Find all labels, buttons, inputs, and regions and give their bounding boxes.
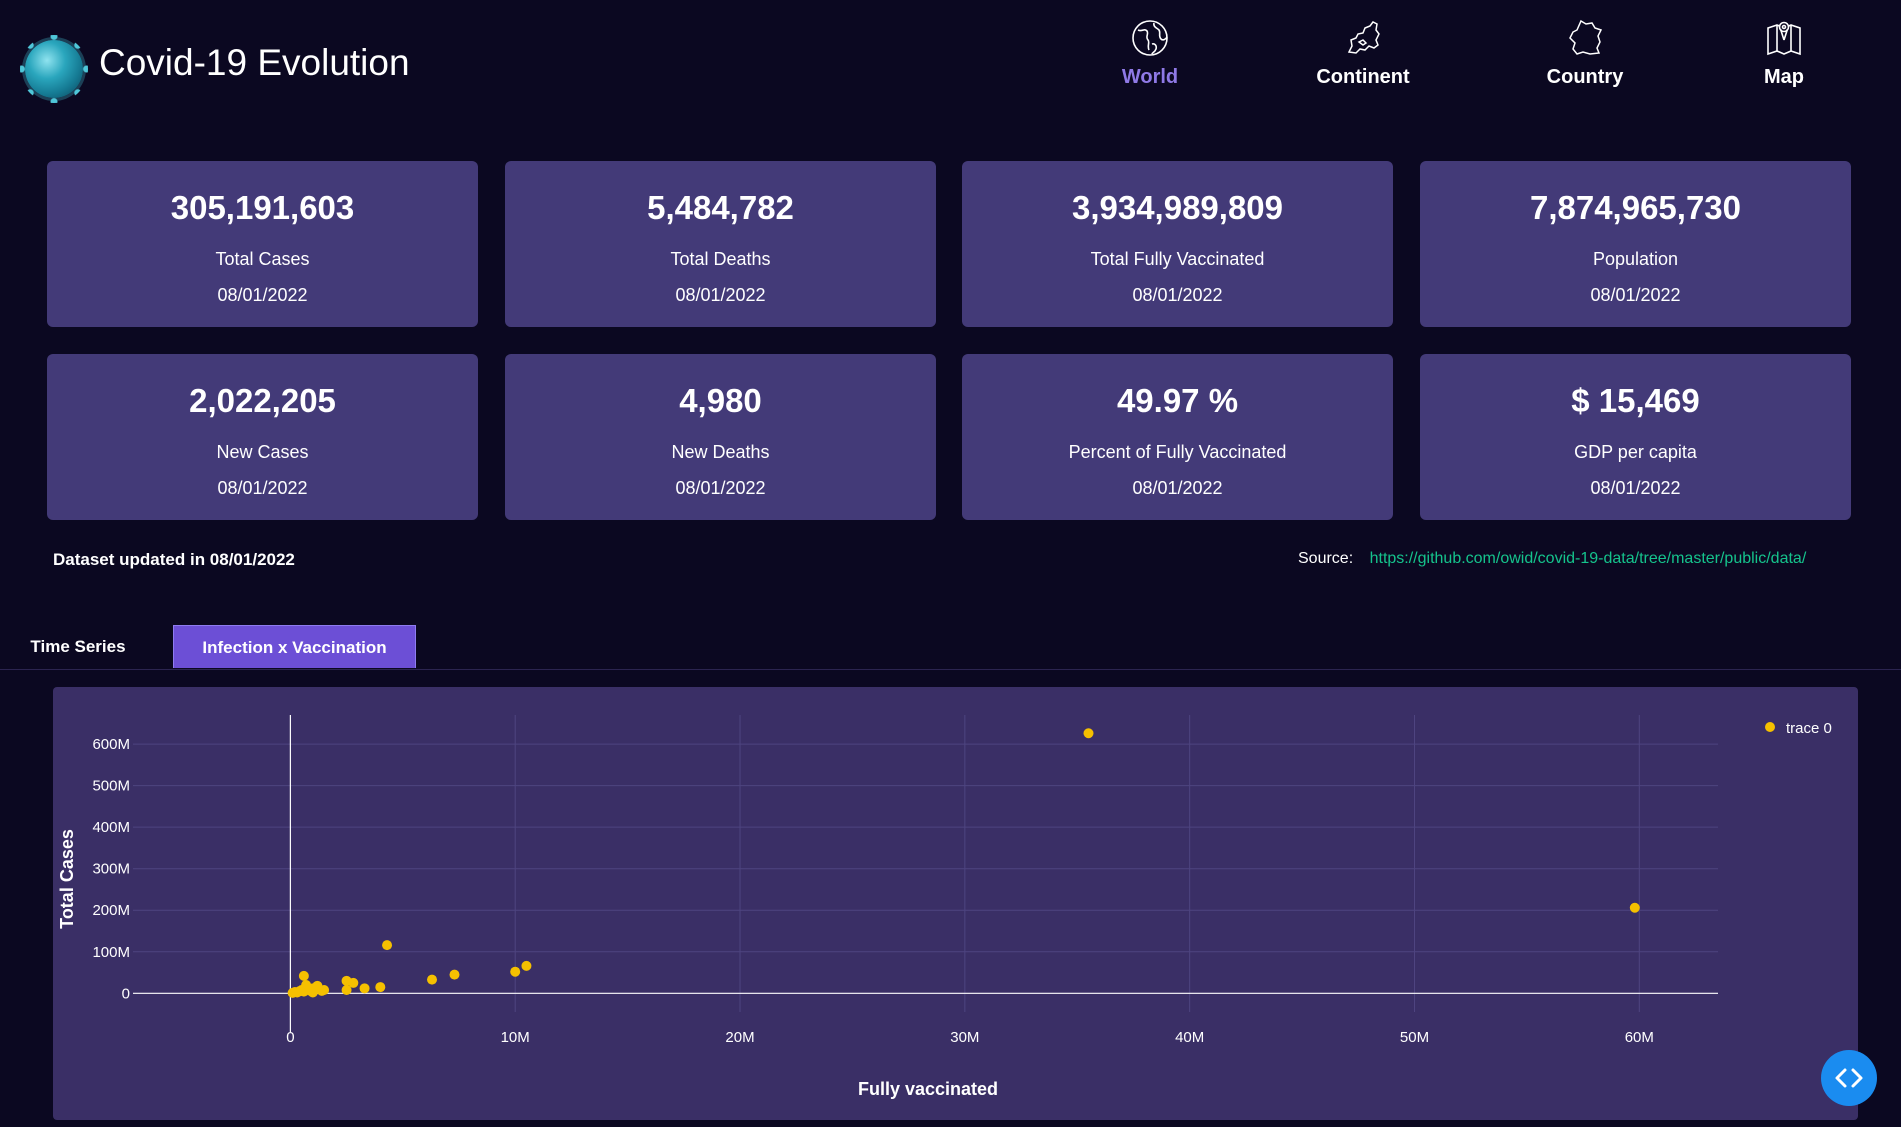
card-value: 2,022,205: [189, 382, 336, 419]
folded-map-icon: [1767, 21, 1801, 56]
nav-continent-label: Continent: [1316, 66, 1410, 88]
legend-label: trace 0: [1786, 720, 1832, 737]
stat-card-percent-fully-vaccinated: 49.97 % Percent of Fully Vaccinated 08/0…: [962, 354, 1393, 520]
y-tick-label: 600M: [92, 736, 130, 753]
card-label: Total Deaths: [670, 249, 771, 269]
x-tick-label: 40M: [1175, 1029, 1204, 1046]
card-label: Total Fully Vaccinated: [1090, 249, 1265, 269]
card-value: 5,484,782: [647, 189, 794, 226]
source-link[interactable]: https://github.com/owid/covid-19-data/tr…: [1370, 550, 1807, 567]
card-date: 08/01/2022: [1132, 285, 1223, 305]
stat-card-total-deaths: 5,484,782 Total Deaths 08/01/2022: [505, 161, 936, 327]
card-date: 08/01/2022: [217, 285, 308, 305]
virus-logo-icon: [20, 35, 88, 103]
grid: [133, 715, 1718, 1012]
y-tick-label: 0: [122, 985, 130, 1002]
x-tick-label: 0: [286, 1029, 294, 1046]
tick-labels: 0 10M 20M 30M 40M 50M 60M 0 100M 200M 300M 400M 500M…: [92, 736, 1653, 1046]
card-value: 7,874,965,730: [1529, 189, 1742, 226]
scatter-point[interactable]: [307, 983, 318, 994]
scatter-point[interactable]: [427, 974, 438, 985]
dataset-updated-text: Dataset updated in 08/01/2022: [53, 550, 295, 569]
card-label: New Deaths: [671, 442, 770, 462]
legend-marker: [1765, 722, 1775, 732]
card-date: 08/01/2022: [1590, 285, 1681, 305]
stat-card-new-cases: 2,022,205 New Cases 08/01/2022: [47, 354, 478, 520]
stat-card-new-deaths: 4,980 New Deaths 08/01/2022: [505, 354, 936, 520]
stat-card-gdp-per-capita: $ 15,469 GDP per capita 08/01/2022: [1420, 354, 1851, 520]
card-value: 305,191,603: [170, 189, 355, 226]
code-brackets-icon: [1835, 1068, 1863, 1088]
header: Covid-19 Evolution World Continent Count…: [0, 0, 1901, 140]
nav-country-label: Country: [1546, 66, 1624, 88]
scatter-point[interactable]: [510, 966, 521, 977]
card-date: 08/01/2022: [675, 285, 766, 305]
card-value: 49.97 %: [1116, 382, 1239, 419]
nav-continent[interactable]: Continent: [1288, 18, 1438, 98]
scatter-point[interactable]: [341, 984, 352, 995]
y-tick-label: 400M: [92, 819, 130, 836]
y-tick-label: 100M: [92, 944, 130, 961]
scatter-point[interactable]: [319, 984, 330, 995]
card-label: Percent of Fully Vaccinated: [1068, 442, 1287, 462]
y-axis-title: Total Cases: [57, 829, 77, 929]
legend[interactable]: trace 0: [1765, 720, 1832, 737]
stat-card-population: 7,874,965,730 Population 08/01/2022: [1420, 161, 1851, 327]
card-label: New Cases: [216, 442, 309, 462]
axes: [133, 715, 1718, 1032]
card-label: Population: [1592, 249, 1679, 269]
card-date: 08/01/2022: [675, 478, 766, 498]
globe-icon: [1132, 20, 1168, 56]
card-value: 3,934,989,809: [1071, 189, 1284, 226]
y-tick-label: 500M: [92, 778, 130, 795]
nav-country[interactable]: Country: [1510, 18, 1660, 98]
code-toggle-button[interactable]: [1821, 1050, 1877, 1106]
scatter-point[interactable]: [375, 982, 386, 993]
data-points[interactable]: [287, 728, 1640, 998]
tab-infection-x-vaccination[interactable]: Infection x Vaccination: [173, 625, 416, 668]
tab-bar: Time Series Infection x Vaccination: [0, 625, 1901, 670]
card-label: GDP per capita: [1574, 442, 1697, 462]
nav-map[interactable]: Map: [1709, 18, 1859, 98]
x-tick-label: 60M: [1625, 1029, 1654, 1046]
chart-panel: 0 10M 20M 30M 40M 50M 60M 0 100M 200M 300M 400M 500M…: [53, 687, 1858, 1120]
card-date: 08/01/2022: [217, 478, 308, 498]
source-info: Source: https://github.com/owid/covid-19…: [1298, 550, 1806, 568]
source-label: Source:: [1298, 550, 1354, 567]
stat-card-total-cases: 305,191,603 Total Cases 08/01/2022: [47, 161, 478, 327]
card-value: 4,980: [679, 382, 762, 419]
stat-card-total-fully-vaccinated: 3,934,989,809 Total Fully Vaccinated 08/…: [962, 161, 1393, 327]
scatter-point[interactable]: [449, 969, 460, 980]
x-tick-label: 50M: [1400, 1029, 1429, 1046]
nav-map-label: Map: [1764, 66, 1804, 88]
scatter-point[interactable]: [298, 970, 309, 981]
nav-world-label: World: [1121, 66, 1179, 88]
y-tick-label: 200M: [92, 902, 130, 919]
card-date: 08/01/2022: [1132, 478, 1223, 498]
card-label: Total Cases: [215, 249, 310, 269]
card-value: $ 15,469: [1571, 382, 1700, 419]
country-outline-icon: [1569, 19, 1603, 55]
card-date: 08/01/2022: [1590, 478, 1681, 498]
europe-map-icon: [1347, 21, 1380, 54]
scatter-point[interactable]: [521, 960, 532, 971]
tab-time-series[interactable]: Time Series: [0, 625, 156, 668]
scatter-point[interactable]: [1083, 728, 1094, 739]
y-tick-label: 300M: [92, 861, 130, 878]
scatter-point[interactable]: [382, 940, 393, 951]
scatter-chart[interactable]: 0 10M 20M 30M 40M 50M 60M 0 100M 200M 300M 400M 500M…: [53, 687, 1858, 1120]
x-tick-label: 30M: [950, 1029, 979, 1046]
app-title: Covid-19 Evolution: [99, 42, 410, 83]
nav-world[interactable]: World: [1075, 18, 1225, 98]
x-axis-title: Fully vaccinated: [858, 1079, 998, 1099]
x-tick-label: 20M: [725, 1029, 754, 1046]
scatter-point[interactable]: [359, 983, 370, 994]
x-tick-label: 10M: [501, 1029, 530, 1046]
scatter-point[interactable]: [1629, 902, 1640, 913]
